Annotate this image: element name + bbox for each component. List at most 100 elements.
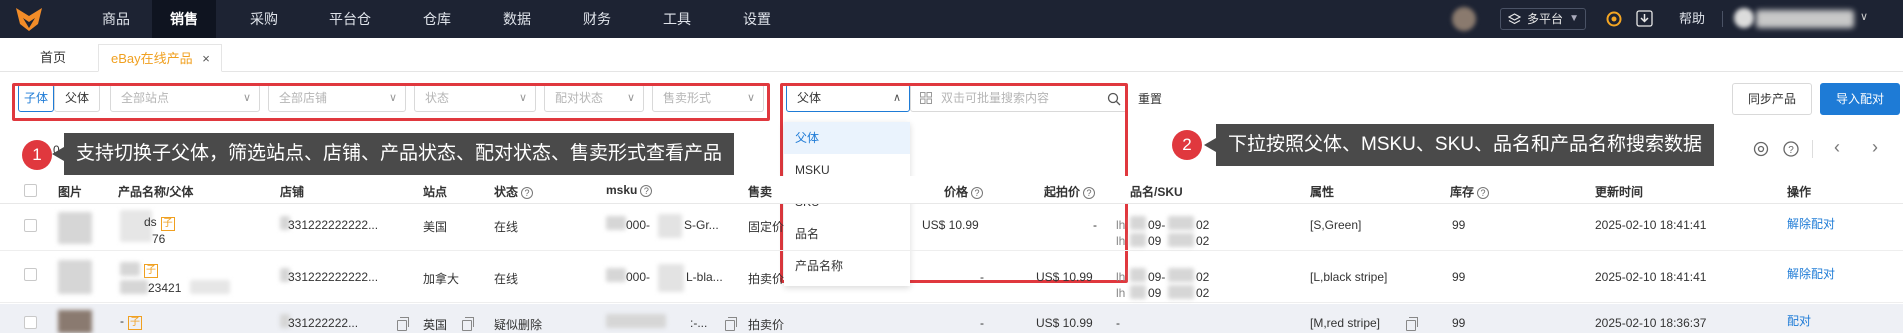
nav-item-data[interactable]: 数据 [485, 0, 549, 38]
tab-label: eBay在线产品 [111, 51, 193, 66]
nav-item-purchase[interactable]: 采购 [232, 0, 296, 38]
row-checkbox[interactable] [24, 268, 37, 281]
app-logo-icon[interactable] [14, 6, 44, 32]
product-name: 子 [140, 262, 158, 278]
tab-home[interactable]: 首页 [40, 44, 80, 72]
chevron-left-icon[interactable]: ‹ [1834, 137, 1840, 158]
nav-item-warehouse[interactable]: 仓库 [405, 0, 469, 38]
callout-number-1: 1 [22, 140, 52, 170]
product-name: ds 子 [144, 215, 175, 231]
settings-icon[interactable] [1752, 140, 1770, 158]
sync-products-button[interactable]: 同步产品 [1732, 83, 1812, 115]
platform-label: 多平台 [1527, 12, 1564, 26]
user-avatar[interactable] [1452, 7, 1476, 31]
match-link[interactable]: 配对 [1787, 312, 1811, 329]
callout-number-2: 2 [1172, 130, 1202, 160]
status-value: 在线 [494, 272, 519, 286]
status-value: 在线 [494, 220, 519, 234]
col-attributes: 属性 [1310, 185, 1335, 199]
parent-blur [190, 280, 230, 294]
msku-blur [606, 268, 626, 282]
msku-blur [658, 264, 684, 292]
top-nav: 商品 销售 采购 平台仓 仓库 数据 财务 工具 设置 多平台 ▼ 帮助 ∨ [0, 0, 1903, 38]
unmatch-link[interactable]: 解除配对 [1787, 215, 1835, 232]
question-icon[interactable]: ? [521, 187, 534, 199]
variant-tag-icon: 子 [160, 217, 175, 231]
product-image [58, 310, 92, 333]
sku-part-a: 09- [1148, 270, 1166, 284]
msku-suffix: :-... [690, 316, 708, 330]
copy-icon[interactable] [1406, 317, 1418, 331]
row-checkbox[interactable] [24, 219, 37, 232]
product-name: -子 [120, 314, 142, 330]
close-icon[interactable]: × [202, 51, 210, 66]
sku-value: - [1116, 316, 1120, 330]
nav-item-tools[interactable]: 工具 [645, 0, 709, 38]
filter-highlight-box [12, 83, 770, 121]
help-icon[interactable]: ? [1782, 140, 1800, 158]
col-start-price: 起拍价? [1044, 183, 1096, 200]
question-icon[interactable]: ? [1477, 187, 1490, 199]
layers-icon [1508, 13, 1521, 25]
parent-blur [120, 280, 148, 294]
product-image [58, 260, 92, 294]
nav-item-sales[interactable]: 销售 [152, 0, 216, 38]
sku-blur [1168, 285, 1194, 299]
col-site: 站点 [423, 185, 448, 199]
sku-blur [1130, 268, 1146, 282]
col-image: 图片 [58, 185, 83, 199]
start-price-value: US$ 10.99 [1036, 316, 1093, 330]
sku-blur [1168, 233, 1194, 247]
attributes-value: [M,red stripe] [1310, 316, 1381, 330]
dropdown-option-parent[interactable]: 父体 [784, 122, 910, 154]
import-match-button[interactable]: 导入配对 [1820, 83, 1900, 115]
sku-part-c: 09 [1148, 234, 1162, 248]
question-icon[interactable]: ? [971, 187, 984, 199]
account-avatar[interactable] [1734, 8, 1754, 28]
status-value: 疑似删除 [494, 318, 543, 332]
nav-item-finance[interactable]: 财务 [565, 0, 629, 38]
shop-name: 331222222222... [288, 270, 379, 284]
nav-item-settings[interactable]: 设置 [725, 0, 789, 38]
platform-switcher[interactable]: 多平台 ▼ [1500, 8, 1586, 30]
question-icon[interactable]: ? [1083, 187, 1096, 199]
unmatch-link[interactable]: 解除配对 [1787, 265, 1835, 282]
question-icon[interactable]: ? [640, 185, 653, 197]
price-value: - [980, 316, 984, 330]
product-name-text: - [120, 314, 124, 328]
col-product-name: 产品名称/父体 [118, 185, 194, 199]
updated-value: 2025-02-10 18:36:37 [1595, 316, 1707, 330]
shop-name: 331222222... [288, 316, 359, 330]
sku-prefix-1: lh [1116, 270, 1126, 284]
col-stock: 库存? [1450, 183, 1490, 200]
sku-blur [1130, 285, 1146, 299]
reset-button[interactable]: 重置 [1138, 90, 1162, 107]
copy-icon[interactable] [725, 317, 737, 331]
sku-blur [1130, 233, 1146, 247]
row-checkbox[interactable] [24, 316, 37, 329]
stock-value: 99 [1452, 218, 1466, 232]
nav-item-products[interactable]: 商品 [80, 0, 152, 38]
site-value: 加拿大 [423, 272, 460, 286]
tab-ebay-online-products[interactable]: eBay在线产品 × [98, 44, 222, 72]
nav-item-platform-warehouse[interactable]: 平台仓 [310, 0, 390, 38]
sku-prefix-2: lh [1116, 234, 1126, 248]
parent-id: 76 [152, 232, 166, 246]
chevron-right-icon[interactable]: › [1872, 137, 1878, 158]
caret-down-icon: ▼ [1569, 13, 1579, 24]
updated-value: 2025-02-10 18:41:41 [1595, 270, 1707, 284]
stock-value: 99 [1452, 316, 1466, 330]
notification-icon[interactable] [1606, 11, 1622, 27]
download-icon[interactable] [1636, 10, 1653, 27]
help-link[interactable]: 帮助 [1672, 0, 1712, 38]
copy-icon[interactable] [397, 317, 409, 331]
sell-type-value: 固定价 [748, 220, 785, 234]
chevron-down-icon[interactable]: ∨ [1860, 10, 1868, 23]
parent-id: 23421 [148, 281, 182, 295]
select-all-checkbox[interactable] [24, 184, 37, 197]
sell-type-value: 拍卖价 [748, 272, 785, 286]
toolbar-divider [1812, 140, 1813, 158]
msku-suffix: S-Gr... [684, 218, 719, 232]
account-name[interactable] [1756, 10, 1854, 28]
copy-icon[interactable] [462, 317, 474, 331]
